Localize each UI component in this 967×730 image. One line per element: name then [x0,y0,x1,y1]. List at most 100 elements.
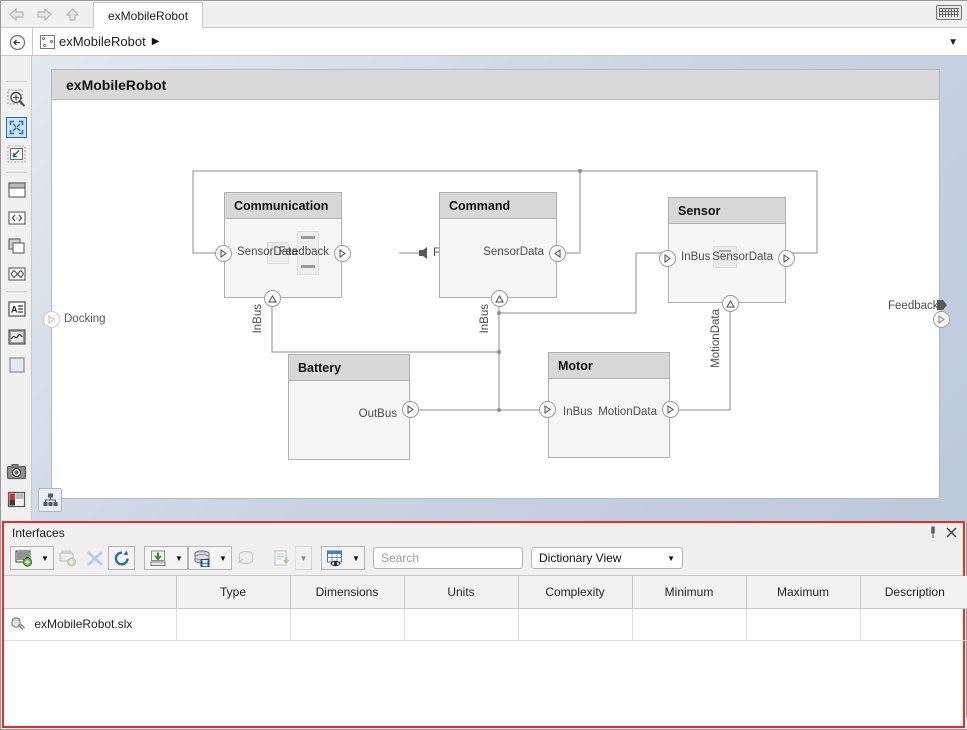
link-database-icon[interactable] [232,546,259,570]
rail-divider [5,81,27,82]
new-interface-dropdown-arrow-icon[interactable]: ▼ [37,546,54,570]
import-down-icon[interactable] [144,546,171,570]
refresh-icon[interactable] [108,546,135,570]
column-header-dimensions[interactable]: Dimensions [290,576,405,609]
motor-motiondata-label: MotionData [598,406,657,418]
docking-external-port[interactable] [43,311,60,328]
camera-icon[interactable] [1,457,32,485]
column-header-complexity[interactable]: Complexity [518,576,633,609]
diagram-canvas[interactable]: exMobileRobot Communication SensorData F… [32,56,967,521]
svg-text:A: A [11,305,18,315]
table-header-row: Type Dimensions Units Complexity Minimum… [4,576,967,609]
rail-divider [5,172,27,173]
fit-to-view-icon[interactable] [1,113,32,141]
chevron-down-icon[interactable]: ▼ [948,37,958,48]
motor-inbus-in-port[interactable] [539,401,556,418]
new-interface-icon[interactable] [10,546,37,570]
chevron-down-icon[interactable]: ▼ [667,554,675,563]
command-component[interactable]: Command SensorData [439,192,557,298]
interfaces-panel: Interfaces ▼ ▼ ▼ ▼ ▼ Search Dictionary V… [2,521,967,728]
view-options-dropdown-arrow-icon[interactable]: ▼ [348,546,365,570]
keyboard-icon[interactable] [936,5,962,20]
row-dimensions-cell[interactable] [290,608,405,641]
table-eye-icon[interactable] [321,546,348,570]
sensor-component[interactable]: Sensor InBus SensorData [668,197,786,303]
row-minimum-cell[interactable] [632,608,747,641]
battery-outbus-out-port[interactable] [402,401,419,418]
communication-sensordata-in-port[interactable] [215,245,232,262]
motor-title: Motor [549,353,669,379]
reference-component-icon[interactable] [1,232,32,260]
communication-component[interactable]: Communication SensorData Feedback [224,192,342,298]
back-arrow-icon[interactable] [5,4,27,24]
close-icon[interactable] [946,527,957,541]
feedback-external-port[interactable] [933,311,950,328]
delete-x-icon[interactable] [81,546,108,570]
row-name-cell[interactable]: exMobileRobot.slx [4,608,177,641]
back-navigate-icon[interactable] [7,32,27,52]
search-input[interactable] [373,547,552,569]
sensor-body: InBus SensorData [669,224,785,301]
sensor-inbus-in-port[interactable] [659,250,676,267]
save-dropdown-arrow-icon[interactable]: ▼ [215,546,232,570]
layout-icon[interactable] [1,485,32,513]
row-complexity-cell[interactable] [518,608,633,641]
report-down-icon[interactable] [268,546,295,570]
zoom-region-icon[interactable] [1,141,32,169]
save-database-icon[interactable] [188,546,215,570]
command-body: SensorData [440,219,556,296]
battery-component[interactable]: Battery OutBus [288,354,410,460]
sensor-sensordata-out-port[interactable] [778,250,795,267]
slx-file-icon [10,617,25,631]
battery-body: OutBus [289,381,409,458]
column-header-minimum[interactable]: Minimum [632,576,747,609]
row-maximum-cell[interactable] [746,608,861,641]
communication-feedback-out-port[interactable] [334,245,351,262]
breadcrumb-label[interactable]: exMobileRobot [59,34,146,49]
row-type-cell[interactable] [176,608,291,641]
command-inbus-bottom-port[interactable] [491,290,508,307]
zoom-in-icon[interactable] [1,85,32,113]
sensor-sensordata-label: SensorData [712,251,773,263]
rail-divider [5,291,27,292]
column-header-units[interactable]: Units [404,576,519,609]
pin-icon[interactable] [928,526,938,542]
column-header-maximum[interactable]: Maximum [746,576,861,609]
breadcrumb-caret-icon[interactable]: ▶ [152,36,160,47]
tab-exmobilerobot[interactable]: exMobileRobot [93,2,204,28]
row-name-label: exMobileRobot.slx [34,617,133,631]
variant-component-icon[interactable] [1,260,32,288]
row-units-cell[interactable] [404,608,519,641]
communication-inbus-bottom-port[interactable] [264,290,281,307]
area-icon[interactable] [1,351,32,379]
new-element-icon[interactable] [54,546,81,570]
dictionary-view-select[interactable]: Dictionary View ▼ [531,547,683,569]
table-row[interactable]: exMobileRobot.slx [4,608,967,641]
command-sensordata-in-port[interactable] [549,245,566,262]
motor-component[interactable]: Motor InBus MotionData [548,352,670,458]
breadcrumb: exMobileRobot ▶ ▼ [1,28,967,56]
sensor-inbus-label: InBus [681,251,711,263]
feedback-external-arrow-icon [937,300,947,310]
communication-title: Communication [225,193,341,219]
report-dropdown-arrow-icon[interactable]: ▼ [295,546,312,570]
up-arrow-icon[interactable] [61,4,83,24]
motor-motiondata-out-port[interactable] [662,401,679,418]
interfaces-toolbar: ▼ ▼ ▼ ▼ ▼ Search Dictionary View ▼ [4,543,963,573]
battery-title: Battery [289,355,409,381]
row-description-cell[interactable] [860,608,967,641]
forward-arrow-icon[interactable] [33,4,55,24]
stateflow-icon[interactable] [1,323,32,351]
feedback-external-label: Feedback [888,300,939,312]
hierarchy-icon[interactable] [38,488,62,512]
import-dropdown-arrow-icon[interactable]: ▼ [171,546,188,570]
column-header-description[interactable]: Description [860,576,967,609]
port-icon[interactable] [1,204,32,232]
annotation-icon[interactable]: A [1,295,32,323]
column-header-type[interactable]: Type [176,576,291,609]
column-header-name[interactable] [4,576,177,609]
component-icon[interactable] [1,176,32,204]
search-field[interactable] [379,550,538,566]
tab-label: exMobileRobot [108,8,189,23]
sensor-motiondata-bottom-port[interactable] [722,295,739,312]
